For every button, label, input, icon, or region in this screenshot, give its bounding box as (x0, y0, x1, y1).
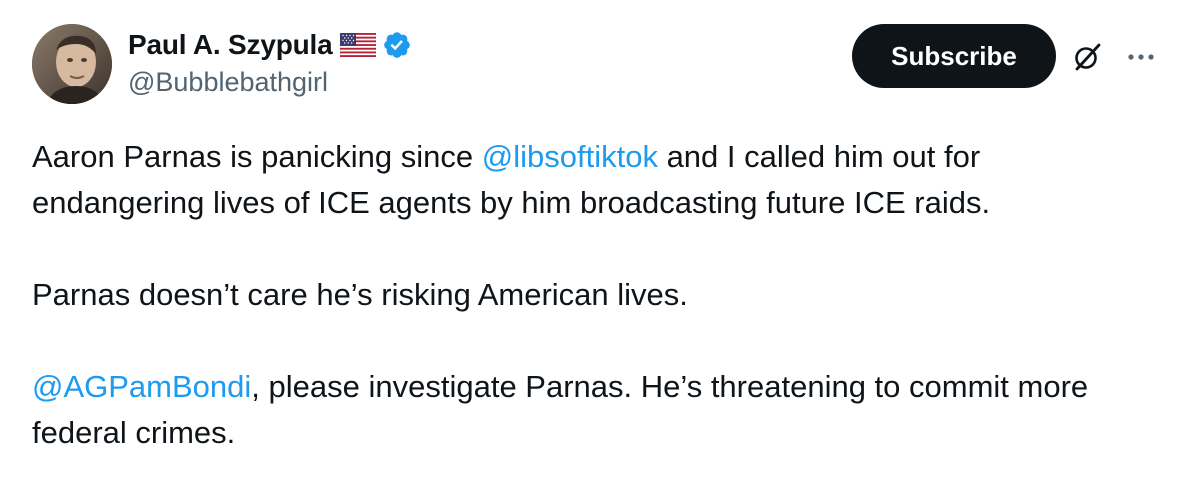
more-options-icon[interactable] (1124, 40, 1158, 74)
us-flag-icon (340, 32, 377, 58)
subscribe-button[interactable]: Subscribe (852, 24, 1056, 88)
grok-icon[interactable] (1070, 40, 1104, 74)
tweet-paragraph-1: Aaron Parnas is panicking since @libsoft… (32, 134, 1152, 226)
tweet-paragraph-2: Parnas doesn’t care he’s risking America… (32, 277, 688, 312)
mention-libsoftiktok[interactable]: @libsoftiktok (482, 139, 658, 174)
mention-agpambondi[interactable]: @AGPamBondi (32, 369, 251, 404)
author-handle[interactable]: @Bubblebathgirl (128, 66, 412, 98)
tweet: Paul A. Szypula @Bubblebathgirl Subscrib… (0, 0, 1180, 484)
display-name[interactable]: Paul A. Szypula (128, 28, 333, 62)
name-row: Paul A. Szypula (128, 28, 412, 62)
tweet-paragraph-3: @AGPamBondi, please investigate Parnas. … (32, 364, 1152, 456)
verified-badge-icon[interactable] (382, 30, 412, 60)
tweet-text-segment: Aaron Parnas is panicking since (32, 139, 482, 174)
avatar-image (32, 24, 112, 104)
tweet-text: Aaron Parnas is panicking since @libsoft… (32, 134, 1152, 456)
author-info: Paul A. Szypula @Bubblebathgirl (128, 28, 412, 98)
avatar[interactable] (32, 24, 112, 104)
